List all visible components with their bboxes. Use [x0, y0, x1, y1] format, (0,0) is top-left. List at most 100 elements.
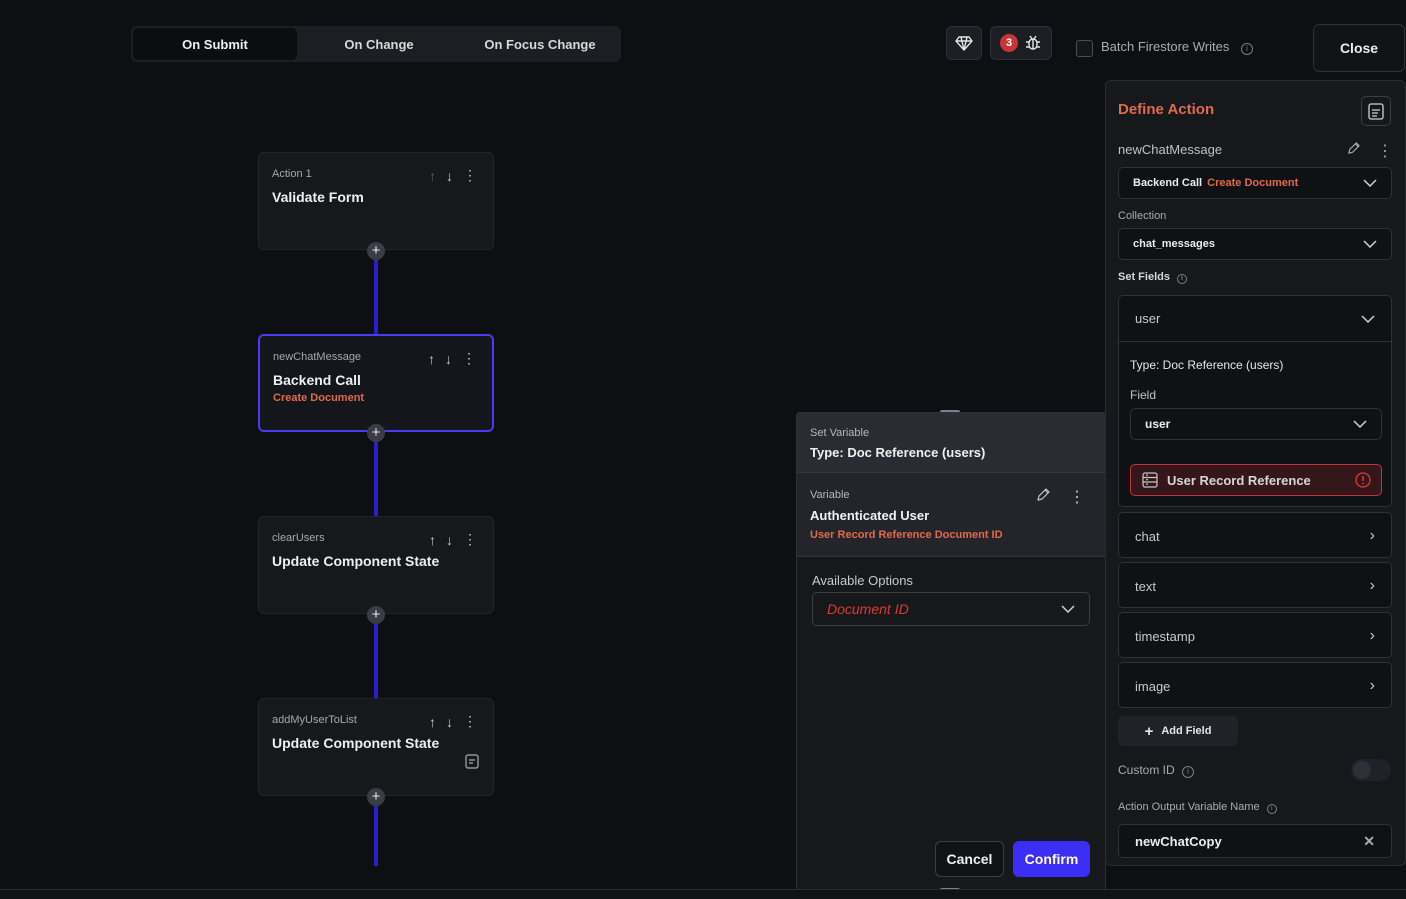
chevron-down-icon — [1363, 240, 1377, 248]
action-title: Backend Call — [273, 372, 361, 388]
action-controls: ↑ ↓ ⋮ — [429, 713, 477, 730]
set-fields-label: Set Fields i — [1118, 271, 1188, 284]
panel-title: Define Action — [1118, 101, 1215, 118]
available-options-label: Available Options — [812, 573, 913, 588]
variable-section[interactable]: Variable Authenticated User User Record … — [797, 473, 1105, 557]
action-name-controls: ⋮ — [1346, 141, 1393, 161]
tab-on-focus-change[interactable]: On Focus Change — [461, 28, 619, 60]
add-action-button[interactable]: + — [367, 788, 385, 806]
database-icon — [1142, 472, 1158, 488]
connector-line — [374, 260, 378, 334]
collection-label: Collection — [1118, 210, 1167, 222]
collection-select[interactable]: chat_messages — [1118, 228, 1392, 260]
move-down-icon[interactable]: ↓ — [446, 532, 453, 548]
chevron-down-icon — [1363, 179, 1377, 187]
chevron-down-icon — [1061, 605, 1075, 613]
docs-button[interactable] — [1361, 96, 1391, 126]
move-up-icon[interactable]: ↑ — [428, 351, 435, 367]
document-icon — [1368, 103, 1384, 120]
action-controls: ↑ ↓ ⋮ — [429, 531, 477, 548]
value-source-button[interactable]: User Record Reference — [1130, 464, 1382, 496]
field-name: timestamp — [1135, 628, 1195, 644]
more-icon[interactable]: ⋮ — [463, 167, 477, 184]
more-icon[interactable]: ⋮ — [463, 531, 477, 548]
cancel-button[interactable]: Cancel — [935, 841, 1004, 877]
field-value: user — [1145, 417, 1171, 431]
field-name: image — [1135, 678, 1171, 694]
action-card-3[interactable]: clearUsers Update Component State ↑ ↓ ⋮ — [258, 516, 494, 614]
add-action-button[interactable]: + — [367, 242, 385, 260]
chevron-down-icon — [1353, 420, 1367, 428]
collection-value: chat_messages — [1133, 238, 1215, 250]
move-down-icon[interactable]: ↓ — [446, 168, 453, 184]
error-count-badge: 3 — [1000, 34, 1018, 52]
more-icon[interactable]: ⋮ — [1069, 487, 1085, 507]
more-icon[interactable]: ⋮ — [1377, 141, 1393, 161]
gem-button[interactable] — [946, 26, 982, 60]
bottom-bar — [0, 889, 1406, 899]
action-type-select[interactable]: Backend Call Create Document — [1118, 167, 1392, 199]
variable-subtitle: User Record Reference Document ID — [810, 529, 1003, 541]
action-title: Validate Form — [272, 189, 364, 205]
connector-line — [374, 442, 378, 516]
note-icon[interactable] — [465, 753, 479, 769]
info-icon: i — [1240, 42, 1253, 55]
action-card-4[interactable]: addMyUserToList Update Component State ↑… — [258, 698, 494, 796]
gem-icon — [955, 36, 973, 51]
tab-on-change[interactable]: On Change — [297, 28, 461, 60]
modal-title: Type: Doc Reference (users) — [810, 445, 986, 460]
clear-icon[interactable]: ✕ — [1363, 833, 1375, 850]
bug-icon — [1026, 35, 1040, 50]
add-action-button[interactable]: + — [367, 606, 385, 624]
selected-option: Document ID — [827, 601, 909, 617]
output-name-input[interactable]: newChatCopy ✕ — [1118, 824, 1392, 858]
error-icon — [1355, 472, 1371, 488]
field-image[interactable]: image › — [1118, 662, 1392, 708]
action-card-1[interactable]: Action 1 Validate Form ↑ ↓ ⋮ — [258, 152, 494, 250]
available-options-select[interactable]: Document ID — [812, 592, 1090, 626]
move-down-icon[interactable]: ↓ — [445, 351, 452, 367]
batch-writes-label: Batch Firestore Writes i — [1101, 39, 1253, 55]
custom-id-label: Custom ID i — [1118, 763, 1195, 778]
define-action-panel: Define Action newChatMessage ⋮ Backend C… — [1105, 80, 1406, 866]
action-card-2[interactable]: newChatMessage Backend Call Create Docum… — [258, 334, 494, 432]
chevron-right-icon: › — [1369, 527, 1375, 544]
debug-button[interactable]: 3 — [990, 26, 1052, 60]
info-icon: i — [1177, 273, 1188, 284]
move-up-icon[interactable]: ↑ — [429, 714, 436, 730]
more-icon[interactable]: ⋮ — [463, 713, 477, 730]
action-controls: ↑ ↓ ⋮ — [429, 167, 477, 184]
modal-header: Set Variable Type: Doc Reference (users) — [797, 413, 1105, 473]
chevron-right-icon: › — [1369, 627, 1375, 644]
add-action-button[interactable]: + — [367, 424, 385, 442]
confirm-button[interactable]: Confirm — [1013, 841, 1090, 877]
add-field-button[interactable]: + Add Field — [1118, 716, 1238, 746]
reference-label: User Record Reference — [1167, 472, 1311, 488]
connector-line — [374, 806, 378, 866]
variable-controls: ⋮ — [1035, 487, 1085, 507]
field-user-body: Type: Doc Reference (users) Field user — [1119, 342, 1391, 440]
batch-writes-checkbox[interactable] — [1076, 40, 1093, 57]
edit-icon[interactable] — [1035, 487, 1051, 503]
chevron-down-icon — [1361, 314, 1375, 323]
info-icon: i — [1182, 765, 1195, 778]
action-type-value: Backend Call Create Document — [1133, 177, 1299, 189]
move-up-icon[interactable]: ↑ — [429, 168, 436, 184]
output-name-value: newChatCopy — [1135, 833, 1222, 849]
close-button[interactable]: Close — [1313, 24, 1405, 72]
edit-icon[interactable] — [1346, 141, 1361, 156]
field-text[interactable]: text › — [1118, 562, 1392, 608]
field-user-header[interactable]: user — [1119, 296, 1391, 342]
field-select[interactable]: user — [1130, 408, 1382, 440]
move-up-icon[interactable]: ↑ — [429, 532, 436, 548]
field-timestamp[interactable]: timestamp › — [1118, 612, 1392, 658]
custom-id-toggle[interactable] — [1351, 759, 1391, 781]
plus-icon: + — [1144, 722, 1154, 740]
info-icon: i — [1266, 803, 1277, 814]
chevron-right-icon: › — [1369, 677, 1375, 694]
move-down-icon[interactable]: ↓ — [446, 714, 453, 730]
tab-on-submit[interactable]: On Submit — [133, 28, 297, 60]
field-chat[interactable]: chat › — [1118, 512, 1392, 558]
action-subtitle: Create Document — [273, 392, 365, 404]
more-icon[interactable]: ⋮ — [462, 350, 476, 367]
